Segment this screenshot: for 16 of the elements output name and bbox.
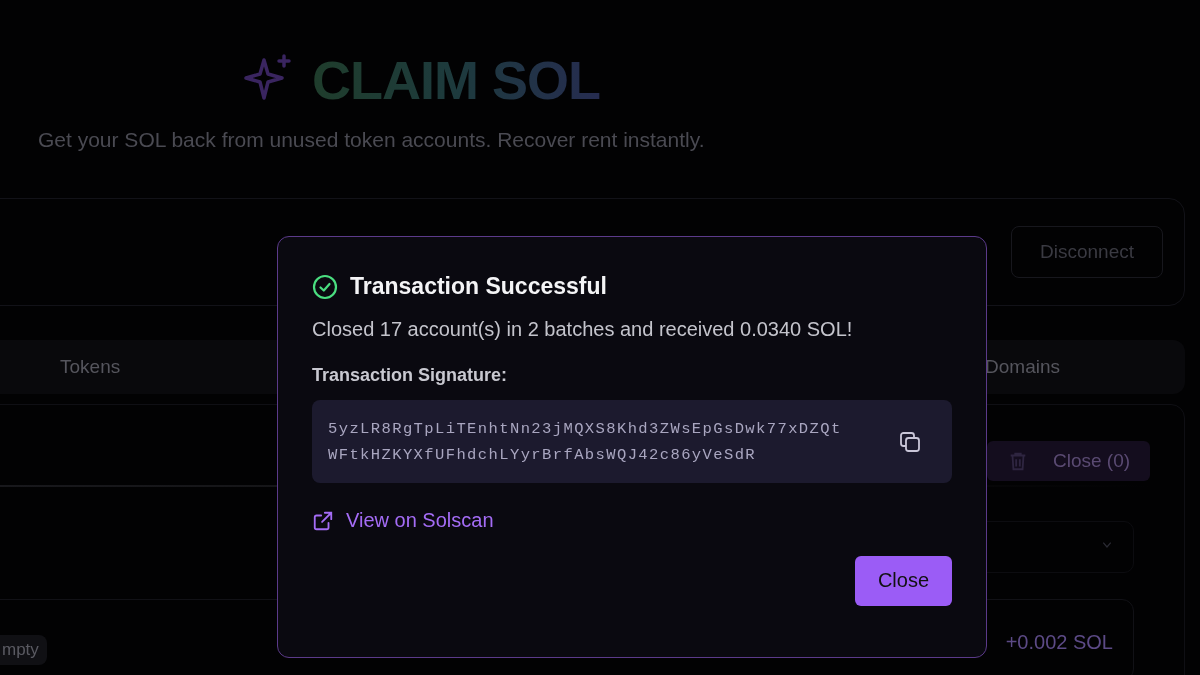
rent-amount: +0.002 SOL bbox=[1005, 630, 1113, 654]
close-button[interactable]: Close bbox=[855, 555, 952, 606]
app-subtitle: Get your SOL back from unused token accounts. Recover rent instantly. bbox=[38, 128, 706, 152]
tab[interactable]: Tokens bbox=[50, 348, 131, 386]
close-accounts-button[interactable]: Close (0) bbox=[987, 441, 1150, 481]
copy-icon[interactable] bbox=[898, 429, 922, 454]
solscan-link[interactable]: View on Solscan bbox=[312, 509, 494, 532]
signature-text: 5yzLR8RgTpLiTEnhtNn23jMQXS8Khd3ZWsEpGsDwk77xDZQtWFtkHZKYXfUFhdchLYyrBrfAbsWQJ42c86yVeSdR bbox=[328, 418, 843, 466]
result-message: Closed 17 account(s) in 2 batches and received 0.0340 SOL! bbox=[312, 318, 854, 341]
disconnect-button[interactable]: Disconnect bbox=[1011, 226, 1163, 278]
status-badge: mpty bbox=[0, 635, 47, 665]
check-circle-icon bbox=[312, 273, 338, 300]
external-link-icon bbox=[312, 509, 334, 532]
signature-label: Transaction Signature: bbox=[312, 365, 509, 386]
dialog-title: Transaction Successful bbox=[350, 273, 607, 300]
tab[interactable]: Domains bbox=[975, 348, 1070, 386]
